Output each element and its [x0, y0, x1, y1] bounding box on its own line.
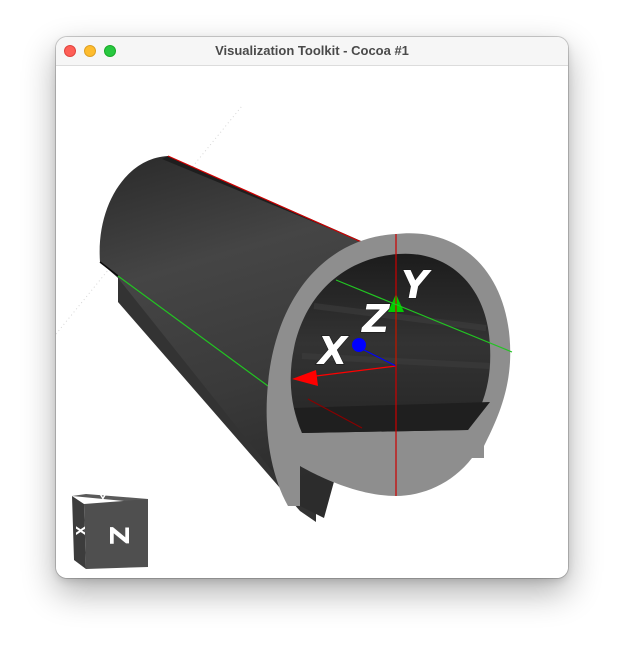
window-title: Visualization Toolkit - Cocoa #1 [215, 43, 409, 58]
vtk-window: Visualization Toolkit - Cocoa #1 X Y Z Z… [56, 37, 568, 578]
y-axis-label: Y [401, 263, 432, 307]
z-axis-label: Z [361, 297, 391, 341]
cube-top-label: Y [99, 494, 106, 503]
cube-side-label: X [73, 526, 87, 536]
x-axis-label: X [316, 329, 349, 373]
title-bar[interactable]: Visualization Toolkit - Cocoa #1 [56, 37, 568, 66]
render-canvas[interactable]: X Y Z Z X Y [56, 66, 568, 578]
orientation-cube[interactable]: Z X Y [72, 494, 148, 569]
render-viewport[interactable]: X Y Z Z X Y [56, 66, 568, 578]
cube-front-label: Z [103, 526, 133, 545]
